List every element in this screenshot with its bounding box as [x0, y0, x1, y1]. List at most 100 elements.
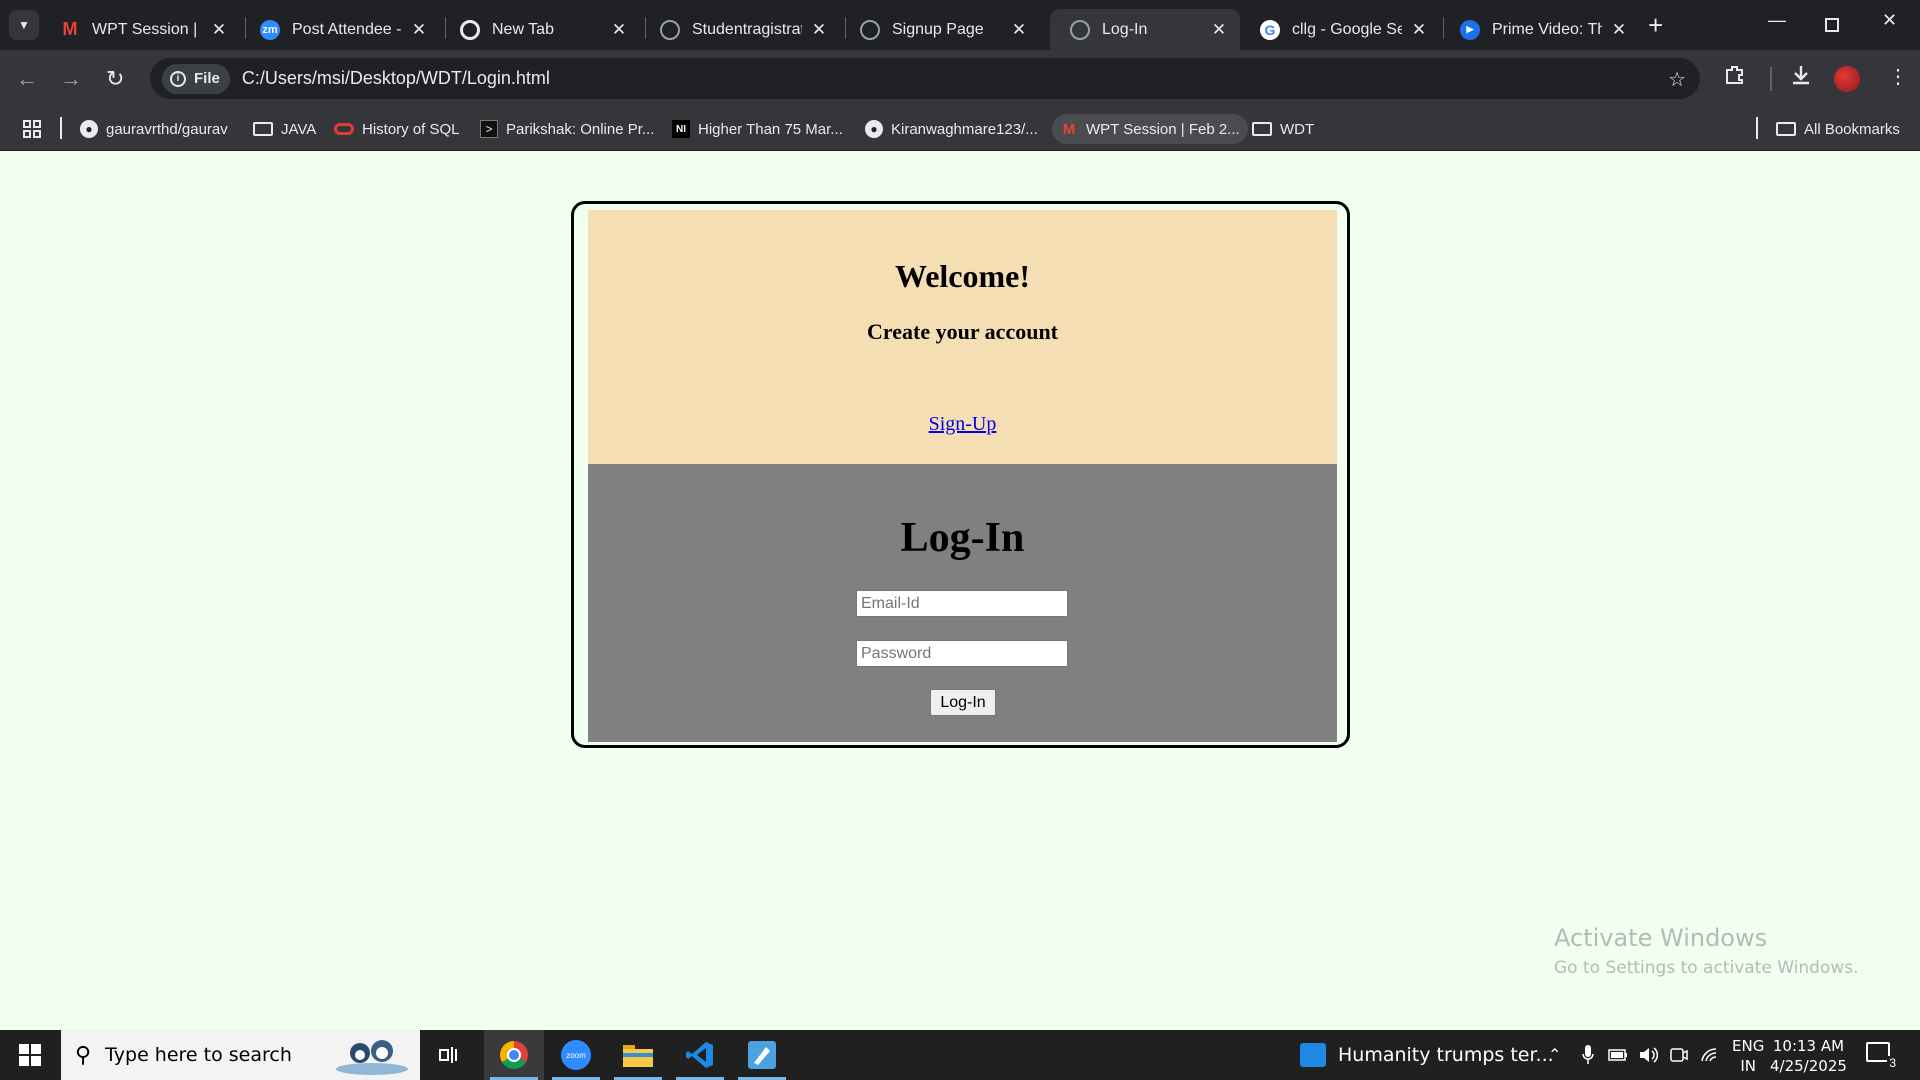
welcome-title: Welcome!	[894, 258, 1031, 294]
more-menu-icon[interactable]: ⋮	[1888, 64, 1908, 89]
search-icon: ⚲	[75, 1042, 92, 1067]
close-icon[interactable]: ✕	[410, 20, 428, 40]
bookmark-label: Parikshak: Online Pr...	[506, 120, 655, 138]
clock-date: 4/25/2025	[1770, 1057, 1847, 1075]
taskbar-search-box[interactable]: ⚲ Type here to search	[61, 1030, 420, 1080]
welcome-subtitle: Create your account	[866, 319, 1059, 344]
all-bookmarks-label: All Bookmarks	[1804, 120, 1900, 138]
tab-title: Signup Page	[892, 20, 984, 38]
forward-icon[interactable]: →	[60, 66, 82, 92]
apps-grid-icon[interactable]	[14, 114, 50, 144]
close-icon[interactable]: ✕	[210, 20, 228, 40]
extensions-icon[interactable]	[1724, 64, 1746, 92]
globe-icon	[660, 19, 680, 40]
tab-title: Studentragistrati	[692, 20, 802, 38]
bookmark-label: Kiranwaghmare123/...	[891, 120, 1038, 138]
file-explorer-icon[interactable]	[608, 1030, 668, 1080]
globe-icon	[860, 19, 880, 40]
chevron-down-icon: ▼	[18, 18, 30, 32]
volume-icon[interactable]	[1638, 1030, 1658, 1080]
download-icon[interactable]	[1790, 64, 1812, 92]
all-bookmarks[interactable]: All Bookmarks	[1768, 114, 1908, 144]
tab-search-button[interactable]: ▼	[9, 10, 39, 40]
search-placeholder: Type here to search	[105, 1044, 292, 1066]
site-info-chip[interactable]: i File	[162, 63, 230, 94]
chrome-taskbar-icon[interactable]	[484, 1030, 544, 1080]
site-info-label: File	[194, 70, 220, 87]
bookmark-higher-than-75[interactable]: NI Higher Than 75 Mar...	[664, 114, 851, 144]
zoom-taskbar-icon[interactable]: zoom	[546, 1030, 606, 1080]
notification-center-icon[interactable]: 3	[1866, 1042, 1898, 1070]
close-icon[interactable]: ✕	[810, 20, 828, 40]
bookmark-label: JAVA	[281, 120, 317, 138]
show-hidden-icons-chevron[interactable]: ⌃	[1548, 1030, 1561, 1080]
tab-title: cllg - Google Sea	[1292, 20, 1402, 38]
tab-prime-video[interactable]: ▶ Prime Video: The ✕	[1440, 9, 1640, 50]
tab-new-tab[interactable]: New Tab ✕	[440, 9, 640, 50]
battery-icon[interactable]	[1608, 1030, 1628, 1080]
login-card: Welcome! Create your account Sign-Up Log…	[571, 201, 1350, 748]
tab-signup-page[interactable]: Signup Page ✕	[840, 9, 1040, 50]
bookmark-kiranwaghmare[interactable]: ● Kiranwaghmare123/...	[857, 114, 1046, 144]
bookmark-gauravrthd[interactable]: ● gauravrthd/gaurav	[72, 114, 236, 144]
back-icon[interactable]: ←	[16, 66, 38, 92]
meet-now-icon[interactable]	[1670, 1030, 1688, 1080]
close-window-icon[interactable]: ✕	[1882, 10, 1897, 31]
restore-icon[interactable]	[1825, 18, 1839, 32]
task-view-icon[interactable]	[420, 1030, 480, 1080]
tab-post-attendee[interactable]: zm Post Attendee - 2 ✕	[240, 9, 440, 50]
bookmark-label: WPT Session | Feb 2...	[1086, 120, 1240, 138]
tab-title: WPT Session | Fe	[92, 20, 202, 38]
bookmark-wdt[interactable]: WDT	[1244, 114, 1322, 144]
url-text[interactable]: C:/Users/msi/Desktop/WDT/Login.html	[242, 68, 550, 89]
close-icon[interactable]: ✕	[1410, 20, 1428, 40]
minimize-icon[interactable]: —	[1768, 10, 1786, 31]
language-code: ENG	[1732, 1037, 1765, 1055]
language-indicator[interactable]: ENG IN	[1732, 1036, 1764, 1076]
bookmark-star-icon[interactable]: ☆	[1668, 67, 1686, 92]
tab-wpt-session[interactable]: M WPT Session | Fe ✕	[40, 9, 240, 50]
bookmark-wpt-session[interactable]: M WPT Session | Feb 2...	[1052, 114, 1248, 144]
bookmark-label: WDT	[1280, 120, 1315, 138]
close-icon[interactable]: ✕	[1210, 20, 1228, 40]
signup-link[interactable]: Sign-Up	[588, 413, 1337, 436]
login-button[interactable]: Log-In	[930, 689, 996, 716]
oracle-icon	[334, 123, 354, 135]
gmail-icon: M	[1062, 120, 1076, 138]
close-icon[interactable]: ✕	[1610, 20, 1628, 40]
info-icon: i	[170, 70, 186, 87]
globe-icon	[1070, 19, 1090, 40]
start-button[interactable]	[0, 1030, 60, 1080]
news-headline: Humanity trumps ter...	[1338, 1044, 1554, 1066]
wifi-icon[interactable]	[1700, 1030, 1720, 1080]
microphone-icon[interactable]	[1582, 1030, 1594, 1080]
email-field[interactable]	[856, 590, 1068, 617]
address-bar[interactable]: i File C:/Users/msi/Desktop/WDT/Login.ht…	[150, 58, 1700, 99]
tab-google-search[interactable]: G cllg - Google Sea ✕	[1240, 9, 1440, 50]
new-tab-button[interactable]: +	[1648, 12, 1663, 38]
bookmarks-divider	[1756, 117, 1758, 139]
bookmark-java[interactable]: JAVA	[245, 114, 324, 144]
profile-avatar[interactable]	[1834, 66, 1860, 92]
paint-icon[interactable]	[732, 1030, 792, 1080]
system-clock[interactable]: 10:13 AM 4/25/2025	[1770, 1036, 1847, 1076]
region-code: IN	[1740, 1057, 1756, 1075]
tab-log-in[interactable]: Log-In ✕	[1050, 9, 1240, 50]
vscode-icon[interactable]	[670, 1030, 730, 1080]
login-panel: Log-In Log-In	[588, 464, 1337, 742]
gmail-icon: M	[62, 19, 78, 39]
bookmark-parikshak[interactable]: > Parikshak: Online Pr...	[472, 114, 662, 144]
search-highlight-art	[336, 1040, 408, 1075]
folder-icon	[1776, 122, 1796, 136]
tab-strip: ▼ M WPT Session | Fe ✕ zm Post Attendee …	[0, 0, 1920, 50]
news-widget[interactable]: Humanity trumps ter...	[1300, 1030, 1554, 1080]
reload-icon[interactable]: ↻	[106, 66, 124, 92]
tab-title: Post Attendee - 2	[292, 20, 402, 38]
tab-studentragistration[interactable]: Studentragistrati ✕	[640, 9, 840, 50]
password-field[interactable]	[856, 640, 1068, 667]
tab-title: Prime Video: The	[1492, 20, 1602, 38]
close-icon[interactable]: ✕	[610, 20, 628, 40]
close-icon[interactable]: ✕	[1010, 20, 1028, 40]
google-icon: G	[1260, 19, 1280, 40]
bookmark-history-of-sql[interactable]: History of SQL	[326, 114, 468, 144]
